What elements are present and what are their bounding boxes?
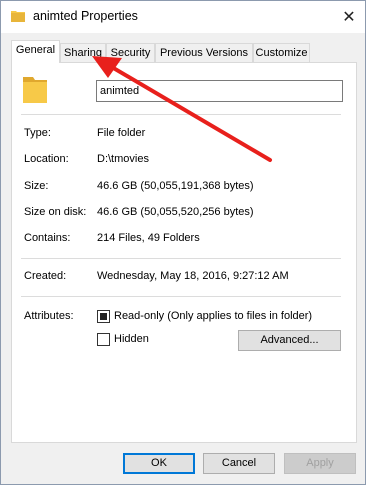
attributes-label: Attributes: — [24, 310, 74, 322]
close-icon: ✕ — [342, 9, 356, 26]
size-on-disk-label: Size on disk: — [24, 206, 87, 218]
type-label: Type: — [24, 127, 51, 139]
tab-sharing[interactable]: Sharing — [60, 43, 106, 63]
hidden-checkbox[interactable] — [97, 333, 110, 346]
created-value: Wednesday, May 18, 2016, 9:27:12 AM — [97, 270, 289, 282]
folder-icon — [23, 77, 47, 103]
created-label: Created: — [24, 270, 67, 282]
contains-label: Contains: — [24, 232, 71, 244]
window-title: animted Properties — [33, 9, 138, 23]
separator — [21, 114, 341, 115]
readonly-label: Read-only (Only applies to files in fold… — [114, 310, 313, 322]
type-value: File folder — [97, 127, 146, 139]
separator — [21, 258, 341, 259]
advanced-button[interactable]: Advanced... — [238, 330, 341, 351]
size-label: Size: — [24, 180, 49, 192]
tab-customize[interactable]: Customize — [253, 43, 310, 63]
ok-button[interactable]: OK — [123, 453, 195, 474]
title-bar[interactable]: animted Properties ✕ — [1, 1, 365, 33]
cancel-button[interactable]: Cancel — [203, 453, 275, 474]
separator — [21, 296, 341, 297]
folder-icon — [11, 11, 25, 22]
apply-button: Apply — [284, 453, 356, 474]
tab-previous-versions[interactable]: Previous Versions — [155, 43, 253, 63]
location-label: Location: — [24, 153, 69, 165]
general-panel — [11, 62, 357, 443]
location-value: D:\tmovies — [97, 153, 149, 165]
tab-strip: General Sharing Security Previous Versio… — [11, 40, 357, 63]
close-button[interactable]: ✕ — [333, 1, 365, 33]
contains-value: 214 Files, 49 Folders — [97, 232, 200, 244]
tab-general[interactable]: General — [11, 40, 60, 63]
size-on-disk-value: 46.6 GB (50,055,520,256 bytes) — [97, 206, 254, 218]
folder-name-input[interactable]: animted — [96, 80, 343, 102]
size-value: 46.6 GB (50,055,191,368 bytes) — [97, 180, 254, 192]
hidden-label: Hidden — [114, 333, 149, 345]
readonly-checkbox[interactable] — [97, 310, 110, 323]
properties-window: animted Properties ✕ General Sharing Sec… — [0, 0, 366, 485]
tab-security[interactable]: Security — [106, 43, 155, 63]
